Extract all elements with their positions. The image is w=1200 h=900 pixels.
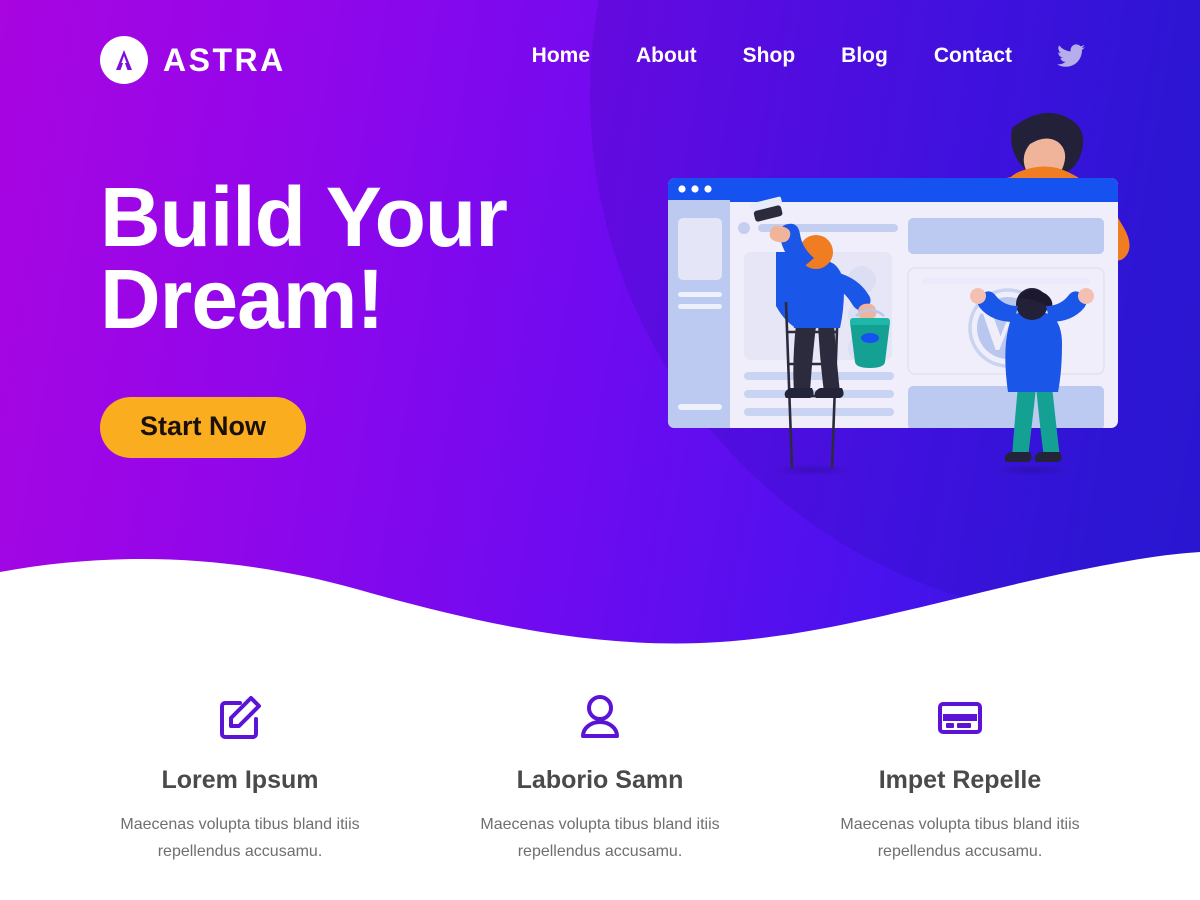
landing-page: W Build Your Dream! Start Now ASTRA Home…: [0, 0, 1200, 900]
nav-item-blog[interactable]: Blog: [818, 44, 911, 68]
feature-text: Maecenas volupta tibus bland itiis repel…: [480, 816, 720, 861]
feature-title: Lorem Ipsum: [161, 766, 319, 794]
page-title: Build Your Dream!: [100, 175, 508, 341]
feature-text: Maecenas volupta tibus bland itiis repel…: [120, 816, 360, 861]
features-section: Lorem Ipsum Maecenas volupta tibus bland…: [0, 660, 1200, 900]
hero-illustration: W: [640, 100, 1160, 570]
user-person-icon: [420, 686, 780, 748]
credit-card-icon: [780, 686, 1140, 748]
nav-item-contact[interactable]: Contact: [911, 44, 1035, 68]
astra-a-logo-icon: [100, 36, 148, 84]
feature-title: Laborio Samn: [516, 766, 684, 794]
feature-card-2: Laborio Samn Maecenas volupta tibus blan…: [420, 660, 780, 900]
hero-copy: Build Your Dream! Start Now: [100, 175, 508, 458]
feature-text: Maecenas volupta tibus bland itiis repel…: [840, 816, 1080, 861]
twitter-bird-icon[interactable]: [1035, 44, 1108, 68]
nav-item-shop[interactable]: Shop: [720, 44, 819, 68]
nav-item-home[interactable]: Home: [509, 44, 613, 68]
nav-item-about[interactable]: About: [613, 44, 720, 68]
brand-logo[interactable]: ASTRA: [100, 36, 286, 84]
headline-line-2: Dream!: [100, 252, 384, 347]
feature-card-1: Lorem Ipsum Maecenas volupta tibus bland…: [60, 660, 420, 900]
hero-section: W Build Your Dream! Start Now ASTRA Home…: [0, 0, 1200, 660]
start-now-button[interactable]: Start Now: [100, 396, 307, 458]
main-navigation: Home About Shop Blog Contact: [509, 44, 1108, 68]
site-header: ASTRA Home About Shop Blog Contact: [0, 0, 1200, 118]
headline-line-1: Build Your: [100, 170, 508, 264]
feature-title: Impet Repelle: [878, 766, 1042, 794]
pencil-edit-square-icon: [60, 686, 420, 748]
feature-card-3: Impet Repelle Maecenas volupta tibus bla…: [780, 660, 1140, 900]
brand-name: ASTRA: [163, 41, 286, 78]
